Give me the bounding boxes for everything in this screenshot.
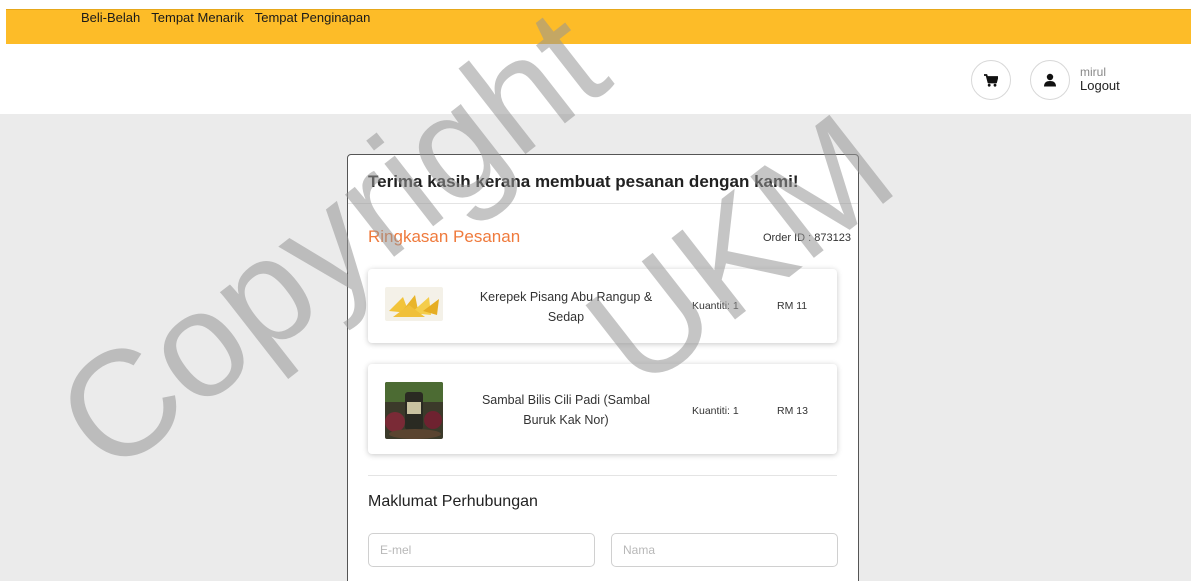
item-price: RM 11 — [777, 300, 808, 312]
nav-item-tempat-menarik[interactable]: Tempat Menarik — [151, 10, 243, 25]
shopping-cart-icon — [984, 73, 998, 87]
item-price: RM 13 — [777, 405, 808, 417]
nav-item-tempat-penginapan[interactable]: Tempat Penginapan — [255, 10, 371, 25]
main-nav: Beli-Belah Tempat Menarik Tempat Pengina… — [81, 10, 370, 25]
user-info: mirul Logout — [1080, 65, 1120, 93]
email-field[interactable] — [368, 533, 595, 567]
contact-info-title: Maklumat Perhubungan — [368, 493, 538, 510]
name-field[interactable] — [611, 533, 838, 567]
cart-button[interactable] — [971, 60, 1011, 100]
item-name: Sambal Bilis Cili Padi (Sambal Buruk Kak… — [481, 393, 651, 427]
order-id: Order ID : 873123 — [762, 232, 851, 244]
order-summary-title: Ringkasan Pesanan — [368, 227, 521, 246]
item-quantity: Kuantiti: 1 — [692, 300, 739, 312]
page-header: mirul Logout — [0, 44, 1191, 114]
item-name: Kerepek Pisang Abu Rangup & Sedap — [479, 290, 653, 324]
order-item: Kerepek Pisang Abu Rangup & Sedap Kuanti… — [368, 269, 837, 343]
thank-you-heading: Terima kasih kerana membuat pesanan deng… — [368, 172, 799, 191]
user-icon — [1044, 73, 1056, 87]
divider — [368, 475, 837, 476]
top-navigation-bar: Beli-Belah Tempat Menarik Tempat Pengina… — [0, 0, 1191, 44]
order-confirmation-card: Terima kasih kerana membuat pesanan deng… — [347, 154, 859, 581]
item-quantity: Kuantiti: 1 — [692, 405, 739, 417]
username: mirul — [1080, 65, 1106, 79]
logout-link[interactable]: Logout — [1080, 79, 1120, 93]
nav-item-beli-belah[interactable]: Beli-Belah — [81, 10, 140, 25]
user-account-button[interactable] — [1030, 60, 1070, 100]
order-item: Sambal Bilis Cili Padi (Sambal Buruk Kak… — [368, 364, 837, 454]
product-image-kerepek — [385, 287, 443, 321]
divider — [348, 203, 858, 204]
product-image-sambal — [385, 382, 443, 439]
